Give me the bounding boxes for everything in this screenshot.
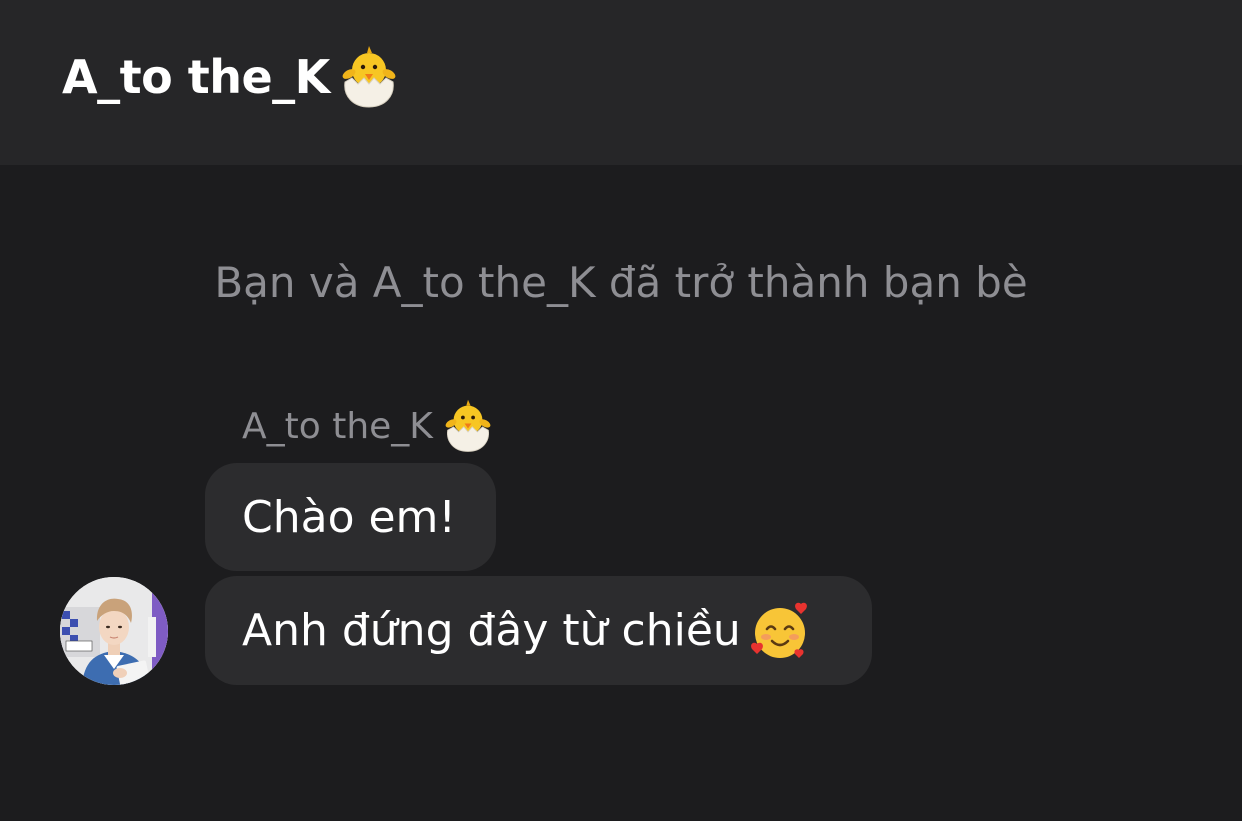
message-text: Anh đứng đây từ chiều	[242, 605, 741, 656]
sender-name-text: A_to the_K	[242, 405, 433, 447]
hatching-chick-icon	[441, 398, 495, 454]
chat-header: A_to the_K	[0, 0, 1242, 165]
chat-title-text: A_to the_K	[62, 50, 330, 104]
chat-title[interactable]: A_to the_K	[62, 44, 400, 110]
message-bubble[interactable]: Chào em!	[205, 463, 496, 571]
message-bubble[interactable]: Anh đứng đây từ chiều	[205, 576, 872, 685]
message-text: Chào em!	[242, 491, 457, 543]
sender-name: A_to the_K	[242, 398, 495, 454]
smiling-face-with-hearts-icon	[749, 600, 811, 662]
hatching-chick-icon	[338, 44, 400, 110]
system-message: Bạn và A_to the_K đã trở thành bạn bè	[214, 258, 1028, 307]
avatar[interactable]	[60, 577, 168, 685]
